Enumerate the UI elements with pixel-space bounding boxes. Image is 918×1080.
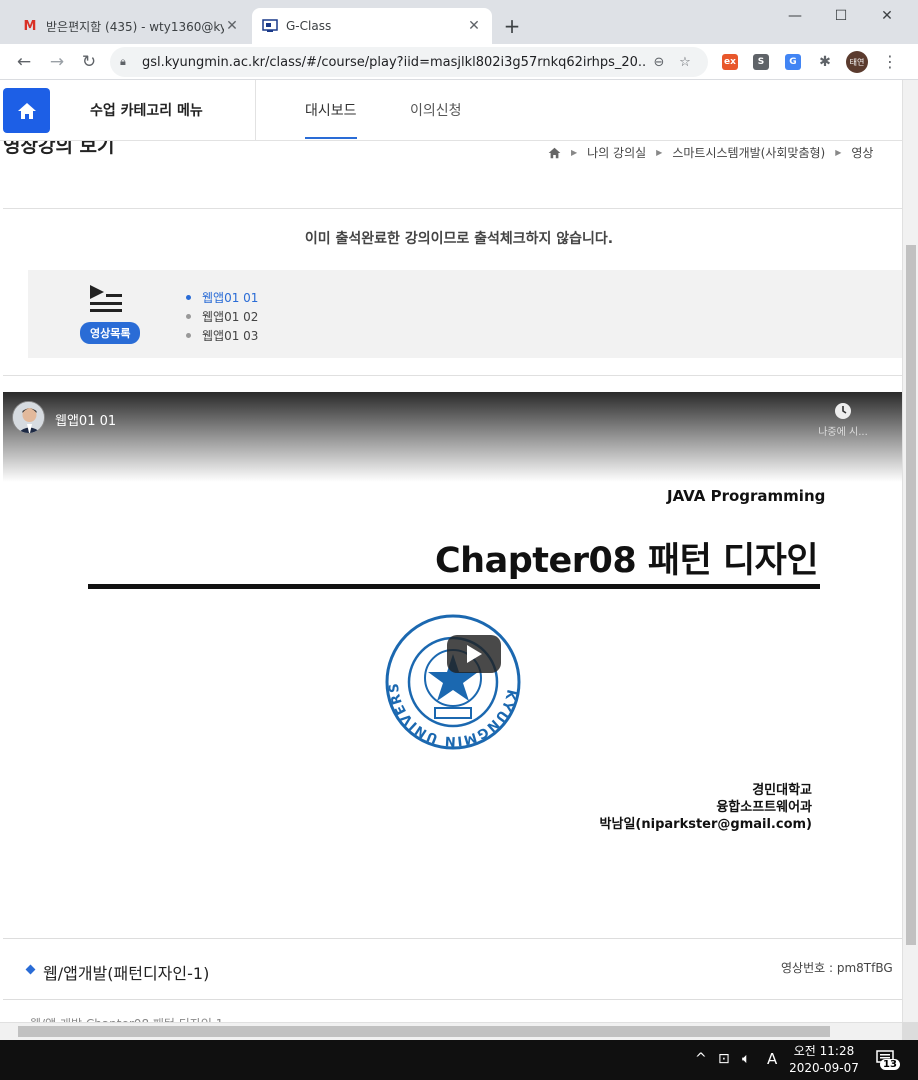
gclass-icon bbox=[262, 18, 278, 34]
video-item-label: 웹앱01 01 bbox=[202, 291, 259, 305]
category-menu[interactable]: 수업 카테고리 메뉴 bbox=[90, 100, 203, 120]
network-icon[interactable]: ⊡ bbox=[718, 1051, 730, 1067]
close-tab-icon[interactable]: ✕ bbox=[224, 18, 240, 34]
playlist-icon bbox=[90, 285, 122, 312]
zoom-icon[interactable]: ⊖ bbox=[646, 55, 672, 70]
scrollbar-thumb[interactable] bbox=[906, 245, 916, 945]
tab-appeal[interactable]: 이의신청 bbox=[410, 100, 462, 120]
lock-icon: 🔒︎ bbox=[120, 55, 126, 68]
address-bar[interactable]: 🔒︎ gsl.kyungmin.ac.kr/class/#/course/pla… bbox=[110, 47, 708, 77]
video-list-item[interactable]: 웹앱01 03 bbox=[186, 326, 258, 345]
minimize-icon[interactable]: — bbox=[772, 2, 818, 30]
scrollbar-thumb[interactable] bbox=[18, 1026, 830, 1037]
tab-dashboard[interactable]: 대시보드 bbox=[305, 100, 357, 139]
watch-later-label: 나중에 시... bbox=[818, 427, 868, 438]
tab-gmail[interactable]: M 받은편지함 (435) - wty1360@kyungmin.ac.kr ✕ bbox=[12, 8, 250, 44]
video-title[interactable]: 웹앱01 01 bbox=[55, 410, 116, 429]
chevron-up-icon[interactable]: ^ bbox=[695, 1051, 707, 1067]
bullet-icon bbox=[186, 314, 191, 319]
new-tab-button[interactable]: + bbox=[500, 14, 524, 38]
volume-icon[interactable]: 🔈︎ bbox=[742, 1051, 750, 1067]
page-title-band: 영상강의 보기 ▶ 나의 강의실 ▶ 스마트시스템개발(사회맞춤형) ▶ 영상 bbox=[3, 141, 902, 209]
browser-toolbar: ← → ↻ 🔒︎ gsl.kyungmin.ac.kr/class/#/cour… bbox=[0, 44, 918, 80]
browser-menu-icon[interactable]: ⋮ bbox=[882, 52, 898, 71]
forward-icon[interactable]: → bbox=[45, 50, 69, 74]
horizontal-scrollbar[interactable] bbox=[0, 1022, 902, 1040]
header-divider bbox=[255, 80, 256, 141]
breadcrumb-separator-icon: ▶ bbox=[835, 148, 842, 157]
tab-title: G-Class bbox=[286, 19, 332, 33]
video-item-label: 웹앱01 02 bbox=[202, 310, 259, 324]
video-list-panel: 영상목록 웹앱01 01 웹앱01 02 웹앱01 03 bbox=[28, 270, 902, 358]
system-clock[interactable]: 오전 11:28 2020-09-07 bbox=[787, 1043, 861, 1077]
slide-subtitle: JAVA Programming bbox=[667, 487, 826, 505]
extension-ex-icon[interactable]: ex bbox=[722, 54, 738, 70]
gmail-icon: M bbox=[23, 18, 37, 34]
browser-tabstrip: M 받은편지함 (435) - wty1360@kyungmin.ac.kr ✕… bbox=[0, 0, 918, 44]
tab-title: 받은편지함 (435) - wty1360@kyungmin.ac.kr bbox=[46, 19, 224, 34]
home-icon bbox=[17, 102, 36, 119]
attendance-notice: 이미 출석완료한 강의이므로 출석체크하지 않습니다. bbox=[304, 231, 614, 247]
slide-title: Chapter08 패턴 디자인 bbox=[435, 541, 819, 581]
breadcrumb-item: 영상 bbox=[851, 146, 874, 160]
site-header: 수업 카테고리 메뉴 대시보드 이의신청 bbox=[0, 80, 902, 141]
clock-time: 오전 11:28 bbox=[793, 1044, 855, 1058]
slide-rule bbox=[88, 584, 820, 589]
home-button[interactable] bbox=[3, 88, 50, 133]
vertical-scrollbar[interactable] bbox=[902, 80, 918, 1022]
play-icon bbox=[467, 645, 482, 663]
player-top-gradient bbox=[3, 392, 902, 482]
window-close-icon[interactable]: ✕ bbox=[864, 2, 910, 30]
lecture-title: 웹/앱개발(패턴디자인-1) bbox=[43, 964, 210, 983]
divider bbox=[3, 375, 902, 376]
close-tab-icon[interactable]: ✕ bbox=[466, 18, 482, 34]
video-list: 웹앱01 01 웹앱01 02 웹앱01 03 bbox=[186, 288, 258, 345]
home-icon[interactable] bbox=[548, 147, 561, 159]
breadcrumb: ▶ 나의 강의실 ▶ 스마트시스템개발(사회맞춤형) ▶ 영상 bbox=[548, 144, 873, 161]
extensions-puzzle-icon[interactable]: ✱ bbox=[817, 54, 833, 70]
play-button[interactable] bbox=[447, 635, 501, 673]
reload-icon[interactable]: ↻ bbox=[77, 50, 101, 74]
profile-avatar[interactable]: 태연 bbox=[846, 51, 868, 73]
maximize-icon[interactable]: ☐ bbox=[818, 2, 864, 30]
page-title: 영상강의 보기 bbox=[3, 141, 115, 157]
bookmark-star-icon[interactable]: ☆ bbox=[672, 55, 698, 70]
page-viewport: 수업 카테고리 메뉴 대시보드 이의신청 영상강의 보기 ▶ 나의 강의실 ▶ … bbox=[0, 80, 918, 1040]
watch-later-button[interactable]: 나중에 시... bbox=[811, 402, 875, 438]
slide-line: 박남일(niparkster@gmail.com) bbox=[599, 817, 812, 832]
notification-count: 13 bbox=[880, 1059, 900, 1070]
bullet-icon bbox=[186, 333, 191, 338]
breadcrumb-item[interactable]: 나의 강의실 bbox=[587, 144, 646, 161]
slide-line: 경민대학교 bbox=[752, 783, 812, 798]
video-item-label: 웹앱01 03 bbox=[202, 329, 259, 343]
scrollbar-corner bbox=[902, 1022, 918, 1040]
lecture-info-bar: 웹/앱개발(패턴디자인-1) 영상번호 : pm8TfBG bbox=[3, 938, 902, 1000]
extension-s-icon[interactable]: S bbox=[753, 54, 769, 70]
university-seal: KYUNGMIN UNIVERSITY bbox=[383, 612, 521, 750]
breadcrumb-separator-icon: ▶ bbox=[656, 148, 663, 157]
slide-line: 융합소프트웨어과 bbox=[716, 800, 812, 815]
breadcrumb-separator-icon: ▶ bbox=[571, 148, 578, 157]
video-number: 영상번호 : pm8TfBG bbox=[781, 961, 893, 975]
url-text: gsl.kyungmin.ac.kr/class/#/course/play?i… bbox=[142, 54, 646, 70]
ime-indicator[interactable]: A bbox=[767, 1050, 777, 1068]
video-player[interactable]: 웹앱01 01 나중에 시... JAVA Programming Chapte… bbox=[3, 392, 902, 940]
uploader-avatar[interactable] bbox=[12, 401, 45, 434]
taskbar: ^ ⊡ 🔈︎ A 오전 11:28 2020-09-07 13 bbox=[0, 1040, 918, 1080]
clock-icon bbox=[835, 403, 851, 419]
bullet-icon bbox=[186, 295, 191, 300]
back-icon[interactable]: ← bbox=[12, 50, 36, 74]
video-list-item[interactable]: 웹앱01 02 bbox=[186, 307, 258, 326]
video-list-item[interactable]: 웹앱01 01 bbox=[186, 288, 258, 307]
notification-center-button[interactable]: 13 bbox=[872, 1048, 902, 1074]
breadcrumb-item[interactable]: 스마트시스템개발(사회맞춤형) bbox=[672, 144, 825, 161]
diamond-icon bbox=[25, 964, 36, 975]
translate-icon[interactable]: G bbox=[785, 54, 801, 70]
tab-gclass[interactable]: G-Class ✕ bbox=[252, 8, 492, 44]
slide-author-block: 경민대학교 융합소프트웨어과 박남일(niparkster@gmail.com) bbox=[600, 782, 812, 833]
video-list-badge[interactable]: 영상목록 bbox=[80, 322, 141, 344]
clock-date: 2020-09-07 bbox=[789, 1061, 859, 1075]
